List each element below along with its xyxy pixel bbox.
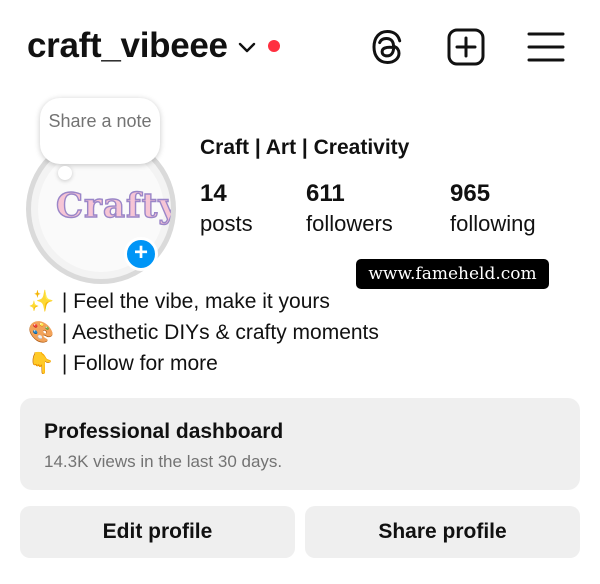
- stat-followers-value: 611: [306, 180, 345, 207]
- stat-followers[interactable]: 611 followers: [306, 180, 393, 240]
- note-bubble-tail: [58, 166, 72, 180]
- sparkles-emoji: ✨: [28, 290, 55, 313]
- dashboard-title: Professional dashboard: [44, 420, 284, 443]
- chevron-down-icon[interactable]: [236, 36, 258, 58]
- avatar-logo-text: Crafty: [55, 185, 176, 226]
- bio-text: | Follow for more: [56, 352, 218, 375]
- stat-posts-label: posts: [200, 211, 253, 236]
- share-note-bubble[interactable]: Share a note: [40, 98, 160, 164]
- threads-icon[interactable]: [366, 26, 408, 68]
- profile-bio: ✨ | Feel the vibe, make it yours 🎨 | Aes…: [28, 286, 379, 379]
- stat-followers-label: followers: [306, 211, 393, 236]
- pointing-down-emoji: 👇: [28, 352, 55, 375]
- share-profile-button[interactable]: Share profile: [305, 506, 580, 558]
- stat-following[interactable]: 965 following: [450, 180, 536, 240]
- bio-text: | Aesthetic DIYs & crafty moments: [56, 321, 379, 344]
- palette-emoji: 🎨: [28, 321, 55, 344]
- stat-posts[interactable]: 14 posts: [200, 180, 253, 240]
- watermark-label: www.fameheld.com: [356, 259, 549, 289]
- add-story-icon[interactable]: +: [124, 237, 158, 271]
- bio-line: 👇 | Follow for more: [28, 348, 379, 379]
- menu-icon[interactable]: [525, 26, 567, 68]
- bio-line: 🎨 | Aesthetic DIYs & crafty moments: [28, 317, 379, 348]
- bio-text: | Feel the vibe, make it yours: [56, 290, 330, 313]
- professional-dashboard-card[interactable]: Professional dashboard 14.3K views in th…: [20, 398, 580, 490]
- stat-following-label: following: [450, 211, 536, 236]
- profile-header: craft_vibeee: [0, 0, 600, 96]
- stat-following-value: 965: [450, 180, 491, 207]
- profile-category: Craft | Art | Creativity: [200, 136, 410, 159]
- notification-dot: [268, 40, 280, 52]
- dashboard-subtitle: 14.3K views in the last 30 days.: [44, 452, 283, 471]
- bio-line: ✨ | Feel the vibe, make it yours: [28, 286, 379, 317]
- stat-posts-value: 14: [200, 180, 227, 207]
- username-switcher[interactable]: craft_vibeee: [27, 26, 228, 66]
- new-post-icon[interactable]: [445, 26, 487, 68]
- edit-profile-button[interactable]: Edit profile: [20, 506, 295, 558]
